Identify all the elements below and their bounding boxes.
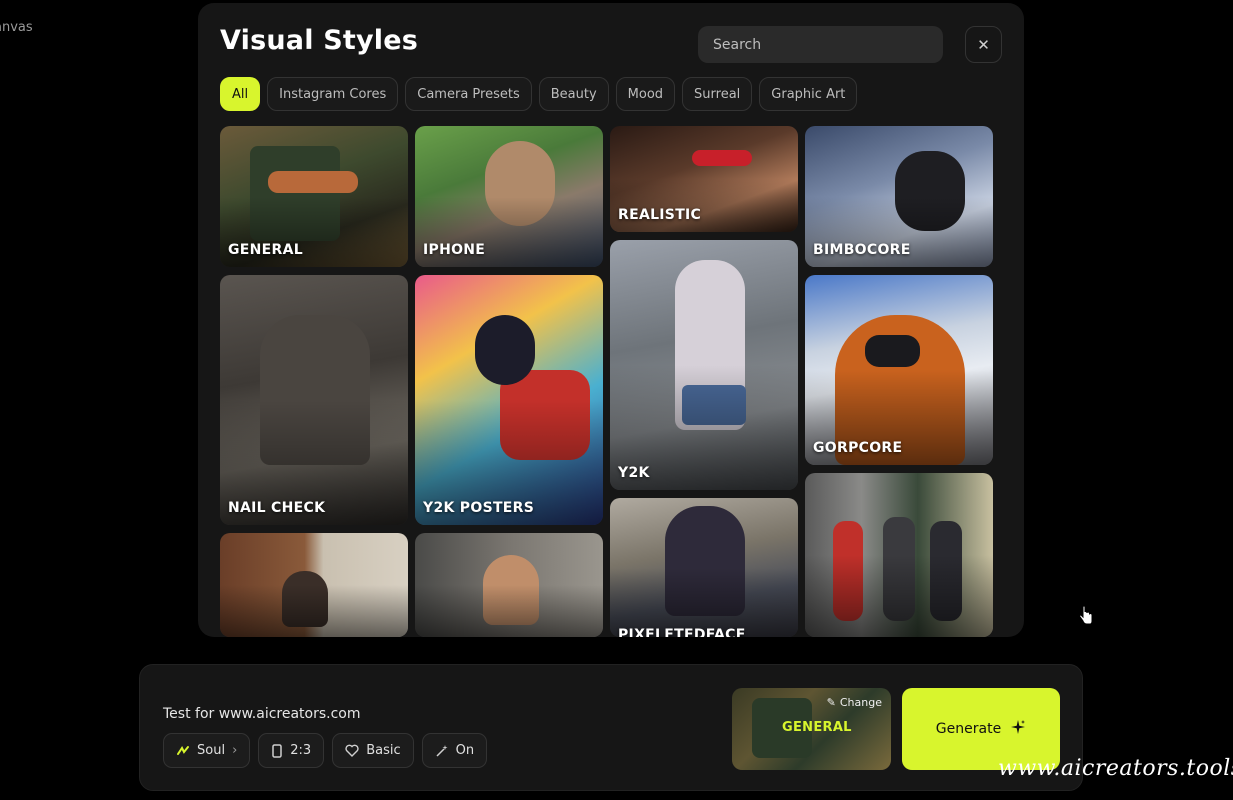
pencil-icon: ✎: [826, 696, 836, 709]
face-photo: [475, 315, 535, 385]
pillow-photo: [268, 171, 358, 193]
style-card-partial-1[interactable]: [220, 533, 408, 637]
change-label: Change: [839, 696, 882, 709]
style-card-partial-2[interactable]: [415, 533, 603, 637]
modal-title: Visual Styles: [220, 25, 419, 56]
style-card-y2k[interactable]: Y2K: [610, 240, 798, 490]
canvas-label: anvas: [0, 20, 33, 35]
tab-camera-presets[interactable]: Camera Presets: [405, 77, 532, 111]
person-photo: [665, 506, 745, 616]
woman-photo: [282, 571, 328, 627]
person-photo: [883, 517, 915, 621]
enhance-label: On: [455, 743, 475, 758]
prompt-text[interactable]: Test for www.aicreators.com: [163, 706, 361, 722]
heart-icon: [345, 744, 359, 757]
tab-surreal[interactable]: Surreal: [682, 77, 753, 111]
aspect-ratio-button[interactable]: 2:3: [258, 733, 325, 768]
sparkle-icon: [1010, 719, 1026, 739]
category-tabs: All Instagram Cores Camera Presets Beaut…: [220, 77, 858, 111]
close-button[interactable]: ✕: [965, 26, 1002, 63]
tab-instagram-cores[interactable]: Instagram Cores: [267, 77, 399, 111]
quality-button[interactable]: Basic: [332, 733, 414, 768]
tab-mood[interactable]: Mood: [615, 77, 676, 111]
person-photo: [260, 315, 370, 465]
style-card-label: REALISTIC: [618, 207, 702, 223]
goggles-photo: [865, 335, 920, 367]
person-photo: [895, 151, 965, 231]
aspect-ratio-label: 2:3: [290, 743, 312, 758]
man-photo: [483, 555, 539, 625]
skirt-photo: [682, 385, 746, 425]
style-card-label: BIMBOCORE: [813, 242, 911, 258]
style-card-label: GORPCORE: [813, 440, 903, 456]
style-card-pixeletedface[interactable]: PIXELETEDFACE: [610, 498, 798, 637]
style-card-bimbocore[interactable]: BIMBOCORE: [805, 126, 993, 267]
style-card-iphone[interactable]: IPHONE: [415, 126, 603, 267]
style-card-label: NAIL CHECK: [228, 500, 326, 516]
composer-options: Soul › 2:3 Basic On: [163, 733, 488, 768]
aspect-ratio-icon: [271, 743, 283, 758]
style-card-label: Y2K POSTERS: [423, 500, 535, 516]
soul-icon: [176, 744, 190, 758]
selected-style-thumbnail[interactable]: ✎ Change GENERAL: [732, 688, 891, 770]
quality-label: Basic: [366, 743, 401, 758]
sunglasses-photo: [692, 150, 752, 166]
enhance-toggle-button[interactable]: On: [421, 733, 488, 768]
generate-label: Generate: [935, 721, 1002, 737]
hand-cursor-icon: [1078, 605, 1094, 630]
tab-all[interactable]: All: [220, 77, 261, 111]
style-card-gorpcore[interactable]: GORPCORE: [805, 275, 993, 465]
person-photo: [833, 521, 863, 621]
person-photo: [485, 141, 555, 226]
style-card-nail-check[interactable]: NAIL CHECK: [220, 275, 408, 525]
magic-wand-icon: [435, 744, 449, 758]
style-card-label: PIXELETEDFACE: [618, 627, 746, 637]
style-card-label: IPHONE: [423, 242, 486, 258]
watermark-text: www.aicreators.tools: [998, 756, 1233, 781]
style-card-partial-4[interactable]: [805, 473, 993, 637]
model-label: Soul: [197, 743, 226, 758]
armchair-photo: [250, 146, 340, 241]
change-style-button[interactable]: ✎ Change: [827, 696, 882, 709]
style-card-general[interactable]: GENERAL: [220, 126, 408, 267]
style-card-y2k-posters[interactable]: Y2K POSTERS: [415, 275, 603, 525]
style-card-label: GENERAL: [228, 242, 303, 258]
person-photo: [675, 260, 745, 430]
search-input[interactable]: Search: [698, 26, 943, 63]
search-placeholder: Search: [713, 36, 762, 53]
selected-style-label: GENERAL: [782, 720, 852, 735]
person-photo: [930, 521, 962, 621]
chevron-right-icon: ›: [232, 743, 238, 758]
tab-graphic-art[interactable]: Graphic Art: [759, 77, 858, 111]
style-card-realistic[interactable]: REALISTIC: [610, 126, 798, 232]
composer-bar: Test for www.aicreators.com Soul › 2:3 B…: [139, 664, 1083, 791]
tab-beauty[interactable]: Beauty: [538, 77, 609, 111]
close-icon: ✕: [977, 35, 990, 54]
style-card-label: Y2K: [618, 465, 650, 481]
visual-styles-modal: Visual Styles Search ✕ All Instagram Cor…: [198, 3, 1024, 637]
model-selector-button[interactable]: Soul ›: [163, 733, 251, 768]
